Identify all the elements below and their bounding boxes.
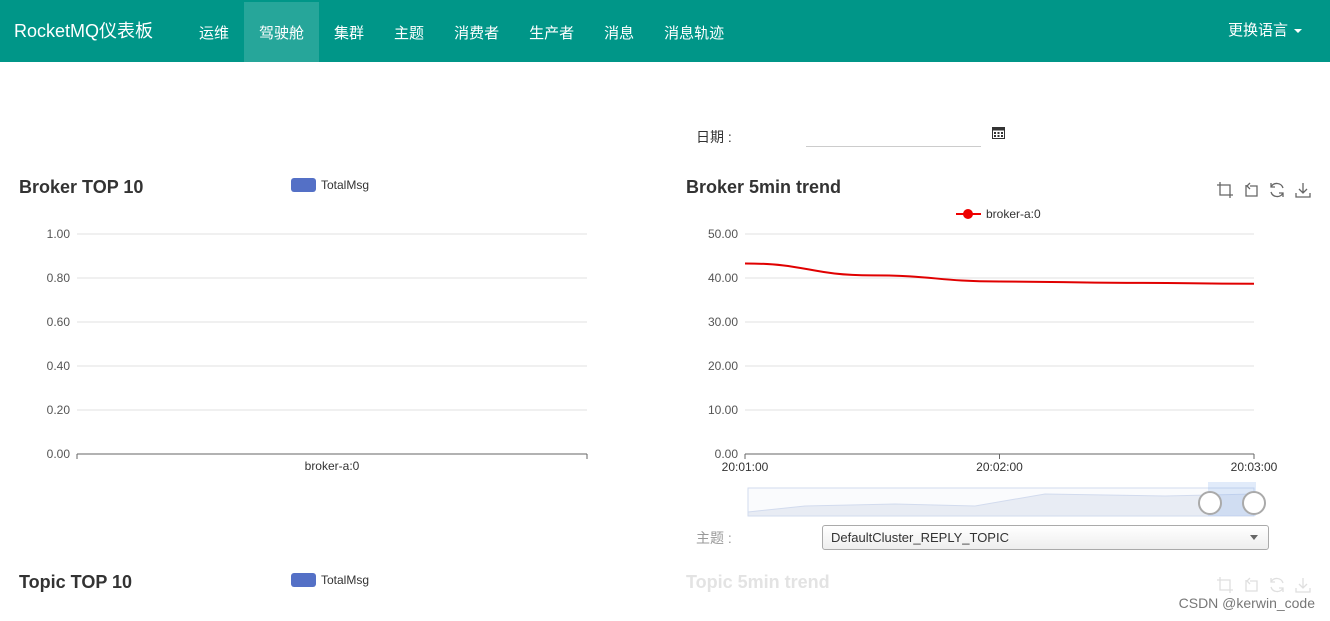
y-tick-label: 0.00 [47,447,71,461]
chevron-down-icon [1294,29,1302,34]
broker-trend-title: Broker 5min trend [686,177,842,197]
topic-trend-title: Topic 5min trend [686,572,830,592]
legend-label: broker-a:0 [986,207,1041,221]
broker-trend-toolbox [1216,181,1312,199]
y-tick-label: 0.20 [47,403,71,417]
date-input[interactable] [806,122,981,147]
zoom-reset-icon[interactable] [1242,181,1260,199]
download-icon[interactable] [1294,576,1312,594]
zoom-handle-left [1198,491,1222,515]
broker-trend-chart: 0.00 10.00 20.00 30.00 40.00 50.00 20:01:00 20:… [708,227,1278,517]
nav-item[interactable]: 消息轨迹 [649,2,739,62]
topic-trend-toolbox [1216,576,1312,594]
watermark: CSDN @kerwin_code [1178,595,1315,611]
topic-label: 主题 : [696,530,732,546]
language-label: 更换语言 [1227,22,1288,39]
language-dropdown[interactable]: 更换语言 [1228,19,1302,40]
zoom-handle-right [1242,491,1266,515]
legend-swatch [291,178,316,192]
restore-icon[interactable] [1268,181,1286,199]
y-tick-label: 1.00 [47,227,71,241]
broker-trend-legend[interactable]: broker-a:0 [956,207,1041,221]
y-tick-label: 0.40 [47,359,71,373]
crop-zoom-icon[interactable] [1216,576,1234,594]
y-tick-label: 40.00 [708,271,738,285]
x-tick-label: 20:01:00 [722,460,769,474]
y-tick-label: 20.00 [708,359,738,373]
broker-top-title: Broker TOP 10 [19,177,144,197]
date-label: 日期 : [696,129,732,145]
y-tick-label: 50.00 [708,227,738,241]
top-navbar: RocketMQ仪表板 运维 驾驶舱 集群 主题 消费者 生产者 消息 消息轨迹 更换语言 [0,0,1330,62]
main-nav: 运维 驾驶舱 集群 主题 消费者 生产者 消息 消息轨迹 [184,2,739,62]
broker-top-legend[interactable]: TotalMsg [291,178,369,192]
topic-selected-value: DefaultCluster_REPLY_TOPIC [831,530,1009,545]
nav-item[interactable]: 集群 [319,2,379,62]
nav-item[interactable]: 运维 [184,2,244,62]
y-tick-label: 0.00 [715,447,739,461]
y-tick-label: 0.60 [47,315,71,329]
x-tick-label: 20:03:00 [1231,460,1278,474]
nav-item[interactable]: 主题 [379,2,439,62]
nav-item[interactable]: 生产者 [514,2,589,62]
chevron-down-icon [1250,535,1258,540]
series-line [744,262,1255,285]
nav-item[interactable]: 消费者 [439,2,514,62]
brand-title[interactable]: RocketMQ仪表板 [14,17,153,43]
broker-top-chart: 0.00 0.20 0.40 0.60 0.80 1.00 broker-a:0 [47,227,588,473]
y-tick-label: 30.00 [708,315,738,329]
legend-label: TotalMsg [321,178,370,192]
zoom-reset-icon[interactable] [1242,576,1260,594]
legend-line-marker [956,207,981,221]
restore-icon[interactable] [1268,576,1286,594]
x-tick-label: broker-a:0 [305,459,360,473]
y-tick-label: 0.80 [47,271,71,285]
nav-item[interactable]: 驾驶舱 [244,2,320,62]
y-tick-label: 10.00 [708,403,738,417]
nav-item[interactable]: 消息 [589,2,649,62]
topic-top-title: Topic TOP 10 [19,572,133,592]
calendar-icon[interactable] [992,126,1005,139]
topic-top-legend[interactable]: TotalMsg [291,573,369,587]
legend-label: TotalMsg [321,573,370,587]
crop-zoom-icon[interactable] [1216,181,1234,199]
topic-select[interactable]: DefaultCluster_REPLY_TOPIC [822,525,1269,550]
legend-swatch [291,573,316,587]
download-icon[interactable] [1294,181,1312,199]
x-tick-label: 20:02:00 [976,460,1023,474]
